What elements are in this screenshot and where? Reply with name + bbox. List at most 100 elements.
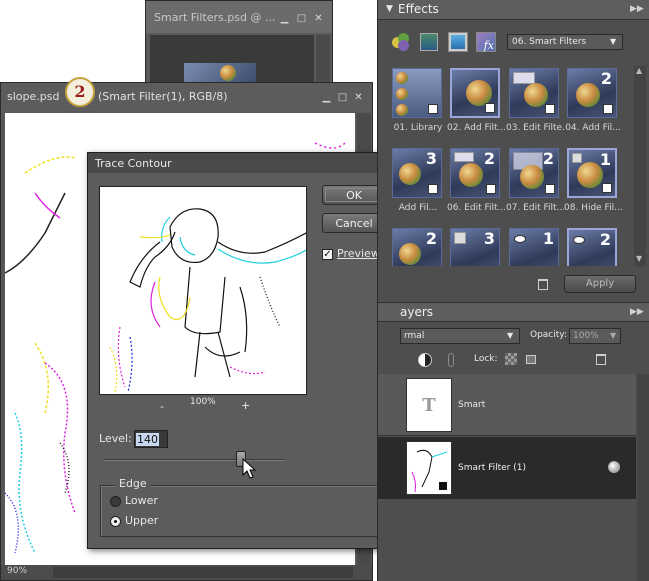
blend-mode-dropdown[interactable]: rmal ▼ xyxy=(400,328,520,344)
maximize-icon[interactable]: □ xyxy=(336,91,349,104)
panel-menu-icon[interactable]: ▶▶ xyxy=(630,307,644,317)
document-titlebar: slope.psd 2 (Smart Filter(1), RGB/8) ▁ □… xyxy=(1,77,372,111)
smart-object-badge-icon xyxy=(428,104,438,114)
thumbnail-item[interactable]: 1 08. Hide Fil... xyxy=(564,148,622,214)
layer-row-selected[interactable]: Smart Filter (1) xyxy=(378,437,636,499)
document-filename: slope.psd xyxy=(7,90,60,103)
link-icon[interactable] xyxy=(448,353,454,367)
level-input-value: 140 xyxy=(136,433,159,446)
radio-lower-label[interactable]: Lower xyxy=(125,494,158,507)
smart-object-badge-icon xyxy=(485,103,495,113)
smart-fx-icon[interactable]: fx xyxy=(476,32,496,52)
thumbnail-number: 2 xyxy=(483,149,495,168)
opacity-dropdown[interactable]: 100% ▼ xyxy=(569,328,621,344)
zoom-in-button[interactable]: + xyxy=(241,399,250,412)
smart-object-badge-icon xyxy=(545,184,555,194)
thumbnail-item[interactable]: 1 xyxy=(509,228,561,266)
background-window-scrollbar[interactable] xyxy=(316,35,330,87)
zoom-out-button[interactable]: - xyxy=(160,400,164,413)
layers-scrollbar[interactable] xyxy=(637,374,649,581)
photo-effects-icon[interactable] xyxy=(448,32,468,52)
ball-image xyxy=(399,243,421,265)
document-statusbar: 90% xyxy=(1,565,372,580)
layer-styles-icon[interactable] xyxy=(420,33,438,51)
trace-contour-dialog: Trace Contour ✕ xyxy=(87,152,402,549)
scroll-up-arrow-icon[interactable]: ▲ xyxy=(636,66,642,75)
trash-icon[interactable] xyxy=(538,279,548,290)
layer-name: Smart xyxy=(458,400,486,410)
level-input[interactable]: 140 xyxy=(134,430,168,448)
preview-checkbox[interactable]: ✓ xyxy=(322,249,333,260)
layer-row[interactable]: T Smart xyxy=(378,374,636,436)
thumbnail-item[interactable]: 03. Edit Filte... xyxy=(506,68,564,134)
background-window-ball-image xyxy=(220,65,236,81)
filters-icon-circle-purple xyxy=(398,40,409,51)
thumbnail-image: 2 xyxy=(509,148,559,198)
preview-area[interactable] xyxy=(99,186,307,395)
ball-image xyxy=(520,165,544,189)
mouse-cursor-icon xyxy=(242,458,257,479)
thumbnail-image: 2 xyxy=(567,68,617,118)
eye-icon xyxy=(573,236,585,244)
close-icon[interactable]: ✕ xyxy=(312,12,325,25)
thumbnail-item[interactable]: 2 xyxy=(567,228,619,266)
close-icon[interactable]: ✕ xyxy=(352,91,365,104)
thumbnail-label: 06. Edit Filt... xyxy=(447,203,505,213)
thumbnail-dialog-overlay xyxy=(513,72,535,84)
thumbnail-number: 1 xyxy=(542,229,554,248)
layers-panel-title: ayers xyxy=(400,305,434,319)
smart-object-badge-icon xyxy=(603,104,613,114)
thumbnail-item[interactable]: 3 Add Fil... xyxy=(392,148,444,214)
panel-menu-icon[interactable]: ▶▶ xyxy=(630,4,644,14)
smart-object-badge-icon xyxy=(486,184,496,194)
thumbnail-item[interactable]: 3 xyxy=(450,228,502,266)
level-label: Level: xyxy=(99,432,132,445)
thumbnail-item[interactable]: 02. Add Filt... xyxy=(447,68,505,134)
layers-empty-area xyxy=(378,500,636,581)
category-dropdown[interactable]: 06. Smart Filters ▼ xyxy=(507,34,623,50)
minimize-icon[interactable]: ▁ xyxy=(278,12,291,25)
thumbnail-item[interactable]: 2 xyxy=(392,228,444,266)
collapse-arrow-icon[interactable]: ▼ xyxy=(386,4,393,14)
background-document-window[interactable]: Smart Filters.psd @ ... ▁ □ ✕ xyxy=(145,0,333,90)
thumbnail-label: 02. Add Filt... xyxy=(447,123,505,133)
preview-checkbox-label[interactable]: Preview xyxy=(337,247,380,260)
thumbnail-item[interactable]: 01. Library xyxy=(392,68,444,134)
eye-icon xyxy=(514,235,526,243)
ball-image xyxy=(459,163,483,187)
filters-icon[interactable] xyxy=(392,33,410,51)
opacity-label: Opacity: xyxy=(530,330,567,340)
opacity-value: 100% xyxy=(573,331,599,341)
thumbnail-number: 2 xyxy=(425,229,437,248)
thumbnail-item[interactable]: 2 07. Edit Filt... xyxy=(506,148,564,214)
document-title-info: (Smart Filter(1), RGB/8) xyxy=(98,90,228,103)
layers-lock-bar: Lock: xyxy=(378,349,649,371)
scroll-down-arrow-icon[interactable]: ▼ xyxy=(636,254,642,263)
chevron-down-icon: ▼ xyxy=(507,331,514,340)
apply-button[interactable]: Apply xyxy=(564,275,636,293)
thumbnail-number: 3 xyxy=(425,149,437,168)
minimize-icon[interactable]: ▁ xyxy=(320,91,333,104)
adjustment-layer-icon[interactable] xyxy=(418,353,432,367)
thumbnail-number: 2 xyxy=(599,230,611,249)
effects-scrollbar[interactable]: ▲ ▼ xyxy=(634,66,646,266)
radio-upper[interactable] xyxy=(110,516,121,527)
maximize-icon[interactable]: □ xyxy=(295,12,308,25)
thumbnail-number: 2 xyxy=(542,149,554,168)
delete-layer-icon[interactable] xyxy=(596,354,606,365)
smart-object-badge-icon xyxy=(545,104,555,114)
thumbnail-item[interactable]: 2 06. Edit Filt... xyxy=(447,148,505,214)
apply-button-label: Apply xyxy=(585,278,615,289)
blend-mode-value: rmal xyxy=(404,331,425,341)
effects-panel-title: Effects xyxy=(398,2,439,16)
lock-all-icon[interactable] xyxy=(526,355,536,364)
effects-thumbnail-grid: 01. Library 02. Add Filt... 03. Edit Fil… xyxy=(386,66,632,266)
edge-group xyxy=(100,485,390,537)
chevron-down-icon: ▼ xyxy=(610,37,617,46)
radio-lower[interactable] xyxy=(110,496,121,507)
thumbnail-dialog-overlay xyxy=(572,153,582,163)
thumbnail-item[interactable]: 2 04. Add Fil... xyxy=(565,68,621,134)
lock-transparent-icon[interactable] xyxy=(505,353,517,365)
radio-upper-label[interactable]: Upper xyxy=(125,514,158,527)
document-horizontal-scrollbar[interactable] xyxy=(53,567,353,578)
